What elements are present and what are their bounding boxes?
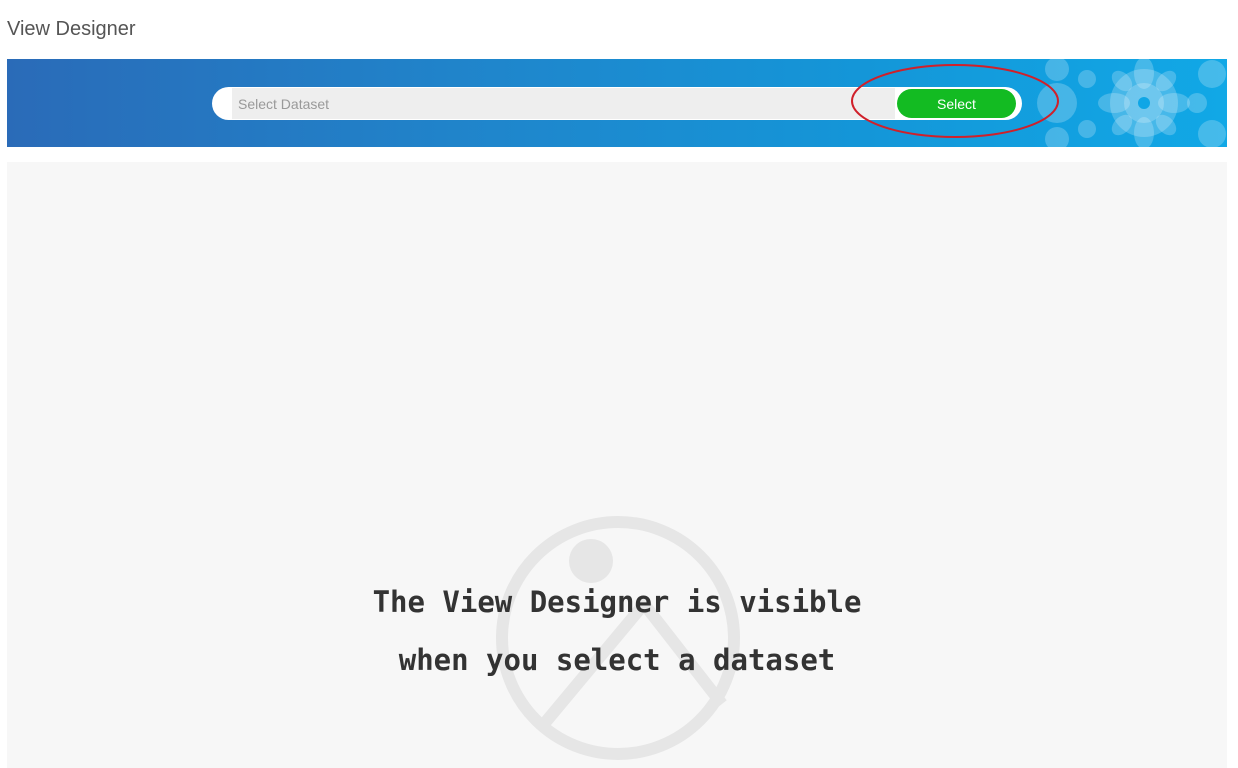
select-button[interactable]: Select [897,89,1016,118]
floral-pattern-icon [1037,59,1226,147]
dataset-search-bar: Select [212,87,1022,120]
dataset-selector-banner: Select [7,59,1227,147]
view-designer-canvas: The View Designer is visible when you se… [7,162,1227,768]
empty-state-message: The View Designer is visible when you se… [7,582,1227,698]
select-dataset-input[interactable] [232,88,895,119]
page-title: View Designer [7,18,136,40]
empty-state-line-2: when you select a dataset [398,643,836,677]
empty-state-line-1: The View Designer is visible [372,585,862,619]
